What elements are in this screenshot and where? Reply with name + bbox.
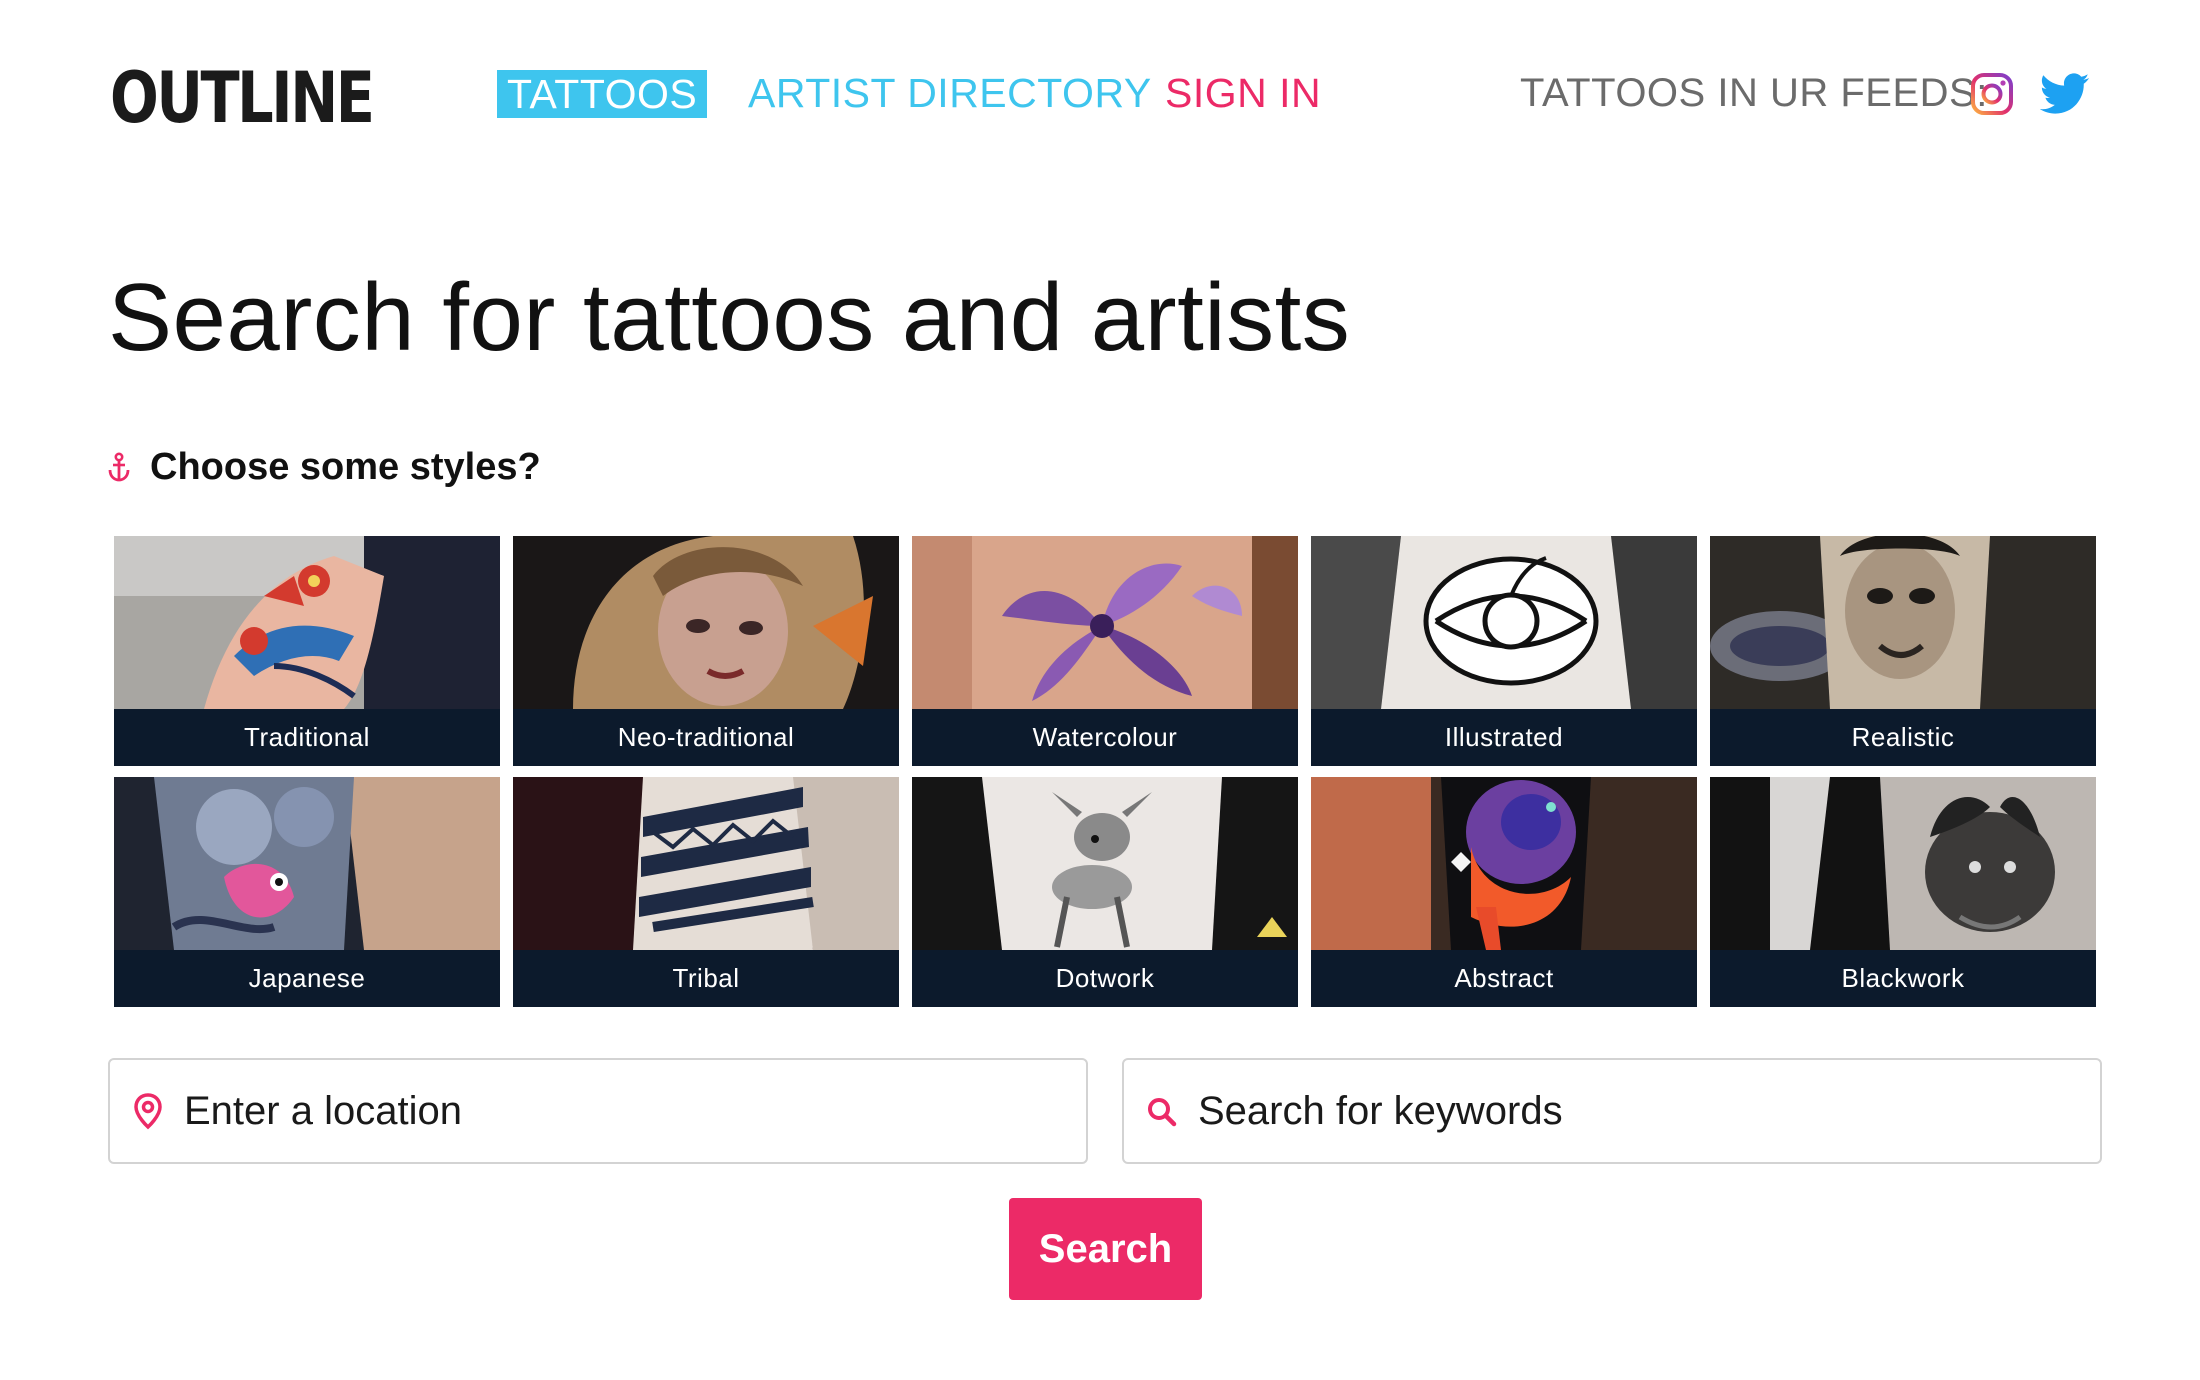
style-tile-label: Watercolour — [912, 709, 1298, 766]
style-tile-label: Traditional — [114, 709, 500, 766]
keywords-field[interactable] — [1122, 1058, 2102, 1164]
site-header: OUTLINE TATTOOS ARTIST DIRECTORY SIGN IN… — [0, 0, 2200, 190]
style-tile-tribal[interactable]: Tribal — [513, 777, 899, 1007]
page-title: Search for tattoos and artists — [108, 264, 1351, 371]
social-feeds-label: TATTOOS IN UR FEEDS: — [1520, 71, 1988, 115]
japanese-tattoo-image — [114, 777, 500, 950]
style-tile-label: Japanese — [114, 950, 500, 1007]
location-field[interactable] — [108, 1058, 1088, 1164]
illustrated-tattoo-image — [1311, 536, 1697, 709]
traditional-tattoo-image — [114, 536, 500, 709]
search-icon — [1148, 1098, 1177, 1127]
keywords-input[interactable] — [1198, 1088, 2058, 1134]
style-tile-label: Realistic — [1710, 709, 2096, 766]
styles-heading-label: Choose some styles? — [150, 446, 541, 488]
style-tile-dotwork[interactable]: Dotwork — [912, 777, 1298, 1007]
anchor-icon — [108, 452, 130, 482]
blackwork-tattoo-image — [1710, 777, 2096, 950]
nav-artist-directory[interactable]: ARTIST DIRECTORY — [748, 68, 1152, 118]
style-tile-watercolour[interactable]: Watercolour — [912, 536, 1298, 766]
watercolour-tattoo-image — [912, 536, 1298, 709]
style-tile-label: Abstract — [1311, 950, 1697, 1007]
nav-sign-in[interactable]: SIGN IN — [1165, 68, 1321, 118]
site-logo[interactable]: OUTLINE — [110, 58, 375, 138]
style-tile-label: Blackwork — [1710, 950, 2096, 1007]
search-button[interactable]: Search — [1009, 1198, 1202, 1300]
style-tile-label: Tribal — [513, 950, 899, 1007]
styles-heading: Choose some styles? — [108, 444, 541, 490]
instagram-icon[interactable] — [1970, 72, 2014, 116]
tribal-tattoo-image — [513, 777, 899, 950]
style-tile-traditional[interactable]: Traditional — [114, 536, 500, 766]
style-tile-label: Dotwork — [912, 950, 1298, 1007]
style-grid: Traditional Neo-traditional Watercolour … — [114, 536, 2098, 1007]
location-input[interactable] — [184, 1088, 1044, 1134]
abstract-tattoo-image — [1311, 777, 1697, 950]
style-tile-abstract[interactable]: Abstract — [1311, 777, 1697, 1007]
dotwork-tattoo-image — [912, 777, 1298, 950]
realistic-tattoo-image — [1710, 536, 2096, 709]
twitter-icon[interactable] — [2040, 72, 2090, 116]
style-tile-label: Neo-traditional — [513, 709, 899, 766]
style-tile-label: Illustrated — [1311, 709, 1697, 766]
style-tile-illustrated[interactable]: Illustrated — [1311, 536, 1697, 766]
style-tile-neo-traditional[interactable]: Neo-traditional — [513, 536, 899, 766]
style-tile-blackwork[interactable]: Blackwork — [1710, 777, 2096, 1007]
neo-traditional-tattoo-image — [513, 536, 899, 709]
style-tile-realistic[interactable]: Realistic — [1710, 536, 2096, 766]
nav-tattoos[interactable]: TATTOOS — [497, 70, 708, 118]
location-pin-icon — [134, 1093, 162, 1130]
style-tile-japanese[interactable]: Japanese — [114, 777, 500, 1007]
